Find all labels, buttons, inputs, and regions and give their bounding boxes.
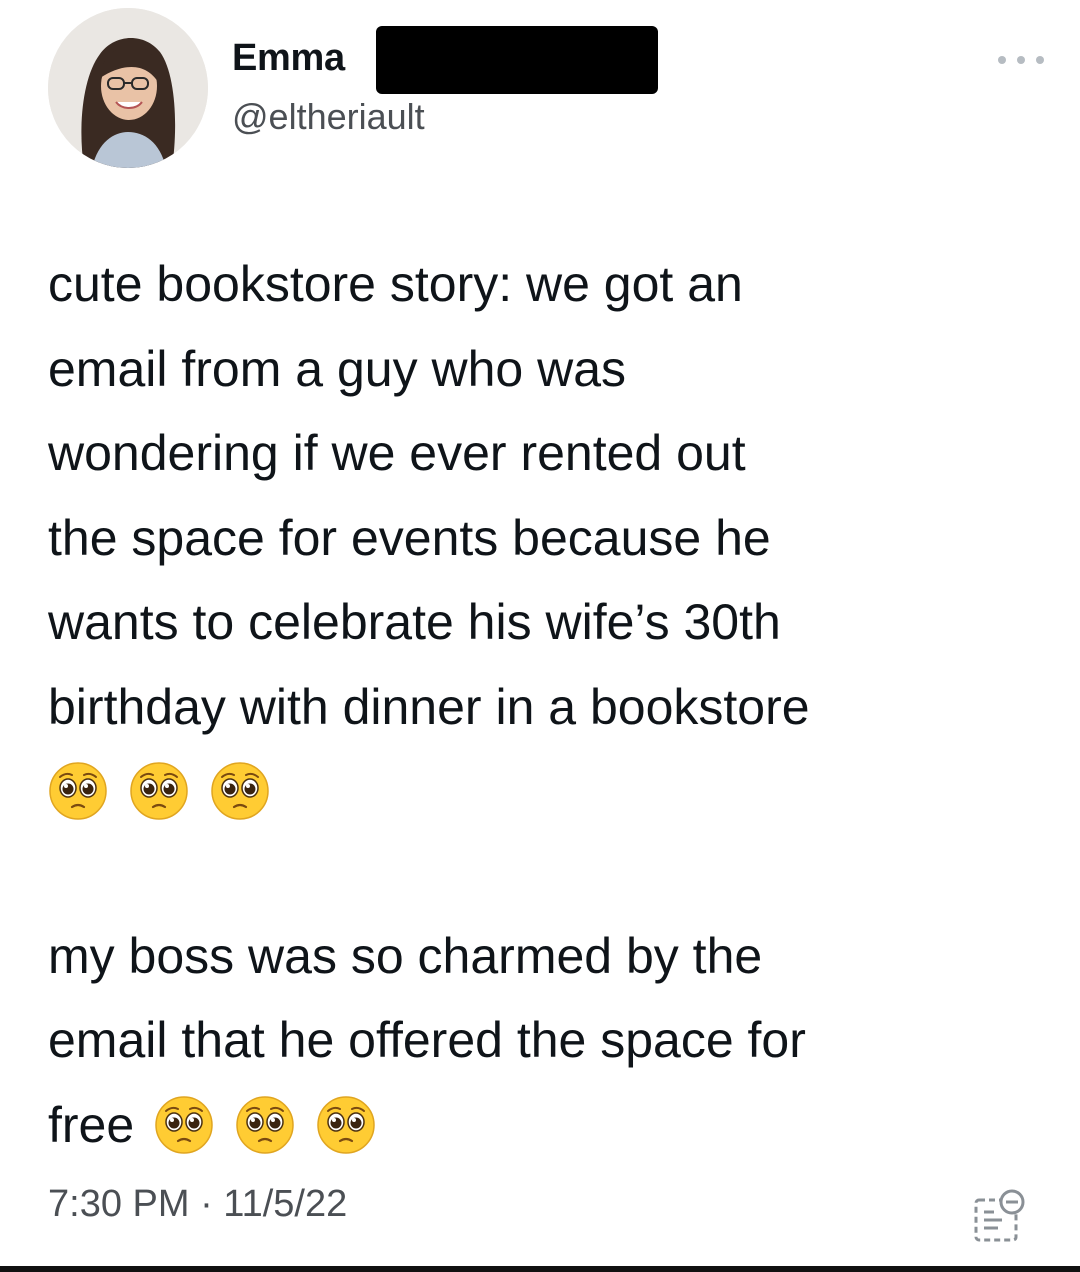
tweet-text-line: cute bookstore story: we got an (48, 256, 743, 312)
tweet-text-line: free (48, 1083, 1058, 1168)
tweet-text-line: wondering if we ever rented out (48, 425, 746, 481)
emoji-row (48, 749, 1058, 834)
tweet-text-line: email from a guy who was (48, 340, 627, 397)
redaction-bar (376, 26, 658, 94)
tweet-text-line: birthday with dinner in a bookstore (48, 678, 810, 735)
tweet-text-line: my boss was so charmed by the (48, 927, 763, 984)
pleading-face-emoji (235, 1095, 295, 1155)
author-display-name[interactable]: Emma (232, 37, 345, 80)
pleading-face-emoji (129, 761, 189, 821)
pleading-face-emoji (48, 761, 108, 821)
tweet-text: cute bookstore story: we got an email fr… (48, 242, 1058, 1167)
divider (0, 1266, 1080, 1272)
tweet-card: Emma @eltheriault cute bookstore story: … (0, 0, 1080, 1272)
author-handle[interactable]: @eltheriault (232, 96, 425, 138)
avatar[interactable] (48, 8, 208, 168)
tweet-text-line: email that he offered the space for (48, 1012, 806, 1068)
scan-icon (972, 1188, 1028, 1244)
tweet-text-line: the space for events because he (48, 509, 771, 566)
pleading-face-emoji (154, 1095, 214, 1155)
tweet-timestamp[interactable]: 7:30 PM · 11/5/22 (48, 1183, 347, 1226)
pleading-face-emoji (210, 761, 270, 821)
author-name-row[interactable]: Emma (232, 34, 345, 82)
tweet-text-line: wants to celebrate his wife’s 30th (48, 594, 781, 650)
pleading-face-emoji (316, 1095, 376, 1155)
more-options-icon[interactable] (998, 50, 1044, 70)
tweet-text-word: free (48, 1096, 135, 1153)
